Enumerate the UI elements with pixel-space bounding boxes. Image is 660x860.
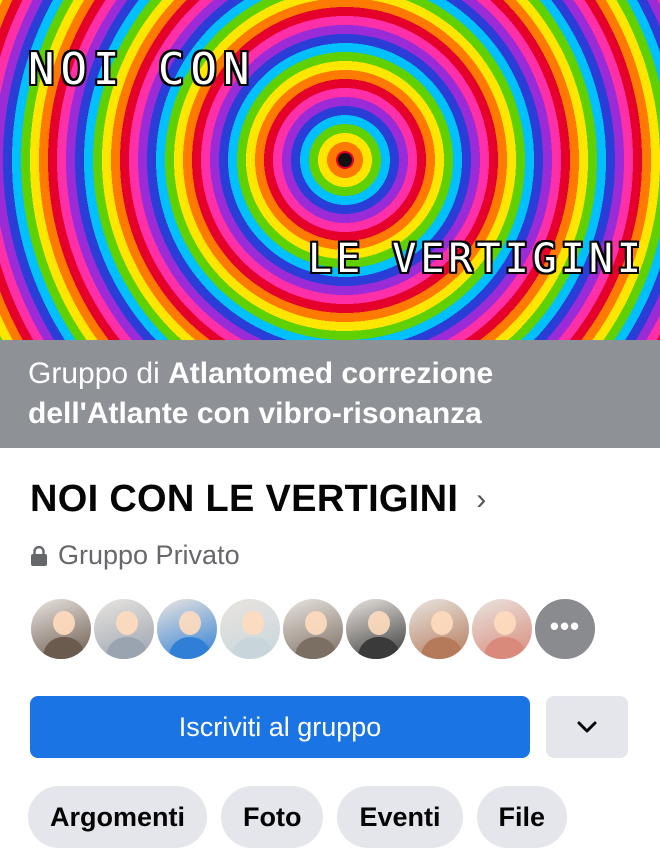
cover-text-line2: LE VERTIGINI: [308, 236, 645, 282]
avatar[interactable]: [280, 596, 346, 662]
avatar[interactable]: [217, 596, 283, 662]
avatar[interactable]: [28, 596, 94, 662]
avatar[interactable]: [469, 596, 535, 662]
privacy-label: Gruppo Privato: [58, 540, 240, 570]
avatar[interactable]: [91, 596, 157, 662]
cover-text-line1: NOI CON: [28, 44, 256, 95]
group-title-row[interactable]: NOI CON LE VERTIGINI ›: [30, 478, 487, 521]
privacy-row: Gruppo Privato: [30, 540, 240, 571]
member-avatars[interactable]: •••: [28, 596, 598, 662]
more-icon: •••: [549, 610, 581, 641]
cover-center-dot: [338, 153, 352, 167]
lock-icon: [31, 545, 47, 566]
avatar[interactable]: [406, 596, 472, 662]
chevron-right-icon: ›: [476, 482, 487, 516]
cover-photo[interactable]: NOI CON LE VERTIGINI: [0, 0, 660, 340]
group-title: NOI CON LE VERTIGINI: [30, 478, 459, 520]
more-options-button[interactable]: [546, 696, 628, 758]
avatar[interactable]: [343, 596, 409, 662]
join-group-button[interactable]: Iscriviti al gruppo: [30, 696, 530, 758]
avatar[interactable]: [154, 596, 220, 662]
tab-file[interactable]: File: [476, 786, 568, 848]
group-owner-banner[interactable]: Gruppo di Atlantomed correzione dell'Atl…: [0, 340, 660, 448]
tab-foto[interactable]: Foto: [221, 786, 324, 848]
group-tabs: Argomenti Foto Eventi File: [28, 786, 568, 848]
chevron-down-icon: [577, 721, 597, 733]
more-members-button[interactable]: •••: [532, 596, 598, 662]
tab-argomenti[interactable]: Argomenti: [28, 786, 207, 848]
tab-eventi[interactable]: Eventi: [337, 786, 463, 848]
banner-prefix: Gruppo di: [28, 357, 169, 390]
